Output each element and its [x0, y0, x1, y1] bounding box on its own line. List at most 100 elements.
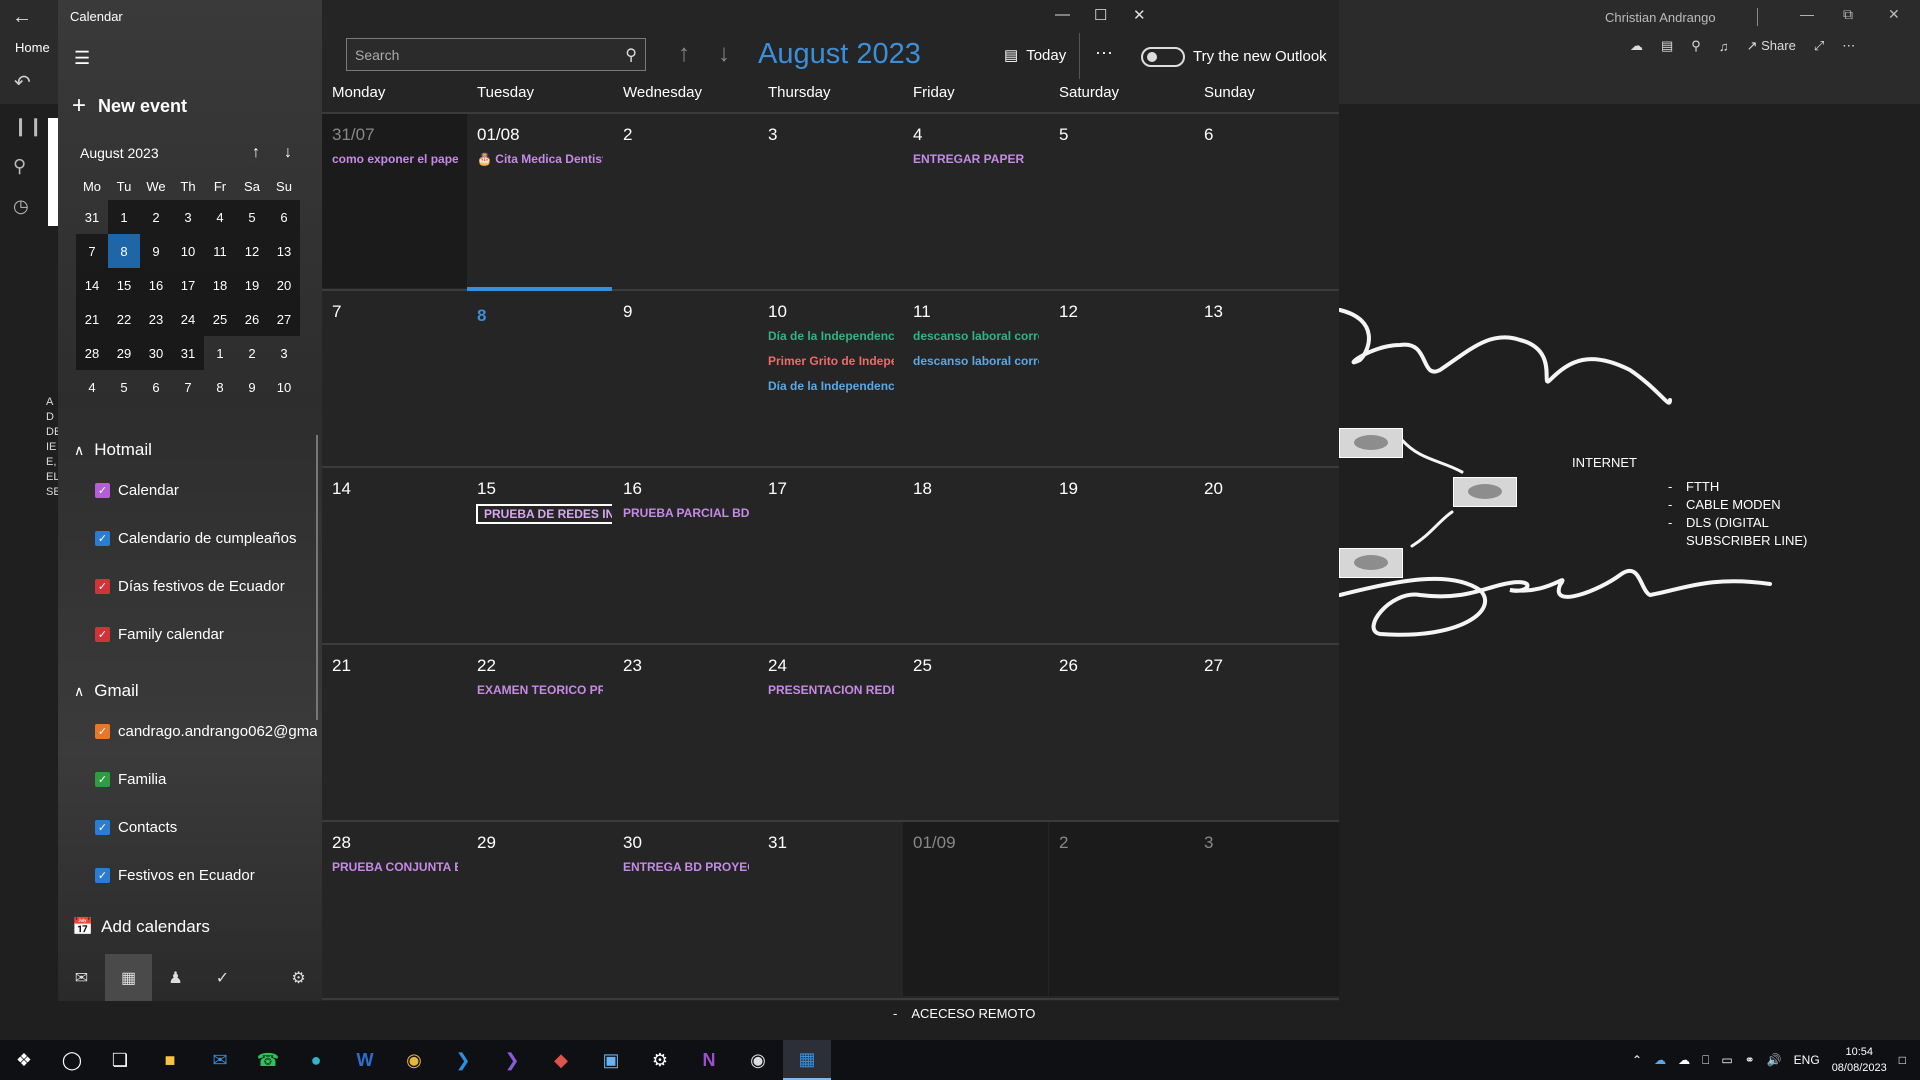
mini-calendar-day[interactable]: 25 — [204, 302, 236, 336]
next-month-arrow-icon[interactable]: ↓ — [718, 40, 730, 68]
language-indicator[interactable]: ENG — [1794, 1053, 1820, 1067]
mini-calendar-day[interactable]: 2 — [140, 200, 172, 234]
onenote-user-name[interactable]: Christian Andrango — [1605, 10, 1716, 25]
more-options-icon[interactable]: ⋯ — [1842, 38, 1855, 54]
mini-calendar-day[interactable]: 21 — [76, 302, 108, 336]
calendar-list-item[interactable]: ✓ candrago.andrango062@gmail.com — [95, 723, 317, 740]
mini-calendar-day[interactable]: 1 — [204, 336, 236, 370]
calendar-list-item[interactable]: ✓ Familia — [95, 771, 317, 788]
day-cell[interactable]: 14 — [322, 468, 467, 642]
onenote-app-icon[interactable]: N — [685, 1040, 733, 1080]
volume-icon[interactable]: 🔊 — [1767, 1053, 1782, 1067]
checkbox-checked-icon[interactable]: ✓ — [95, 531, 110, 546]
day-cell[interactable]: 27 — [1194, 645, 1339, 819]
day-cell[interactable]: 20 — [1194, 468, 1339, 642]
day-cell[interactable]: 3 — [758, 114, 903, 288]
onenote-restore-icon[interactable]: ⧉ — [1843, 6, 1853, 23]
today-button[interactable]: ▤ Today — [1004, 46, 1066, 65]
wifi-icon[interactable]: ⚭ — [1745, 1053, 1755, 1067]
mini-calendar-day[interactable]: 17 — [172, 268, 204, 302]
mini-calendar-day[interactable]: 18 — [204, 268, 236, 302]
maximize-icon[interactable]: ☐ — [1094, 6, 1107, 24]
onedrive-icon[interactable]: ☁ — [1654, 1053, 1666, 1067]
vscode-icon[interactable]: ❯ — [439, 1040, 487, 1080]
notebook-icon[interactable]: ▤ — [1661, 38, 1673, 54]
mini-calendar-day[interactable]: 4 — [76, 370, 108, 404]
mini-calendar-day[interactable]: 31 — [172, 336, 204, 370]
remote-desktop-icon[interactable]: ▣ — [587, 1040, 635, 1080]
hamburger-menu-icon[interactable]: ☰ — [74, 48, 90, 69]
mini-next-arrow-icon[interactable]: ↓ — [272, 144, 304, 162]
mini-calendar-day[interactable]: 13 — [268, 234, 300, 268]
day-cell[interactable]: 23 — [613, 645, 758, 819]
clock[interactable]: 10:54 08/08/2023 — [1832, 1044, 1887, 1076]
add-calendars-button[interactable]: 📅 Add calendars — [72, 917, 210, 937]
checkbox-checked-icon[interactable]: ✓ — [95, 579, 110, 594]
onedrive-personal-icon[interactable]: ☁ — [1678, 1053, 1690, 1067]
calendar-event[interactable]: PRUEBA CONJUNTA BD — [332, 860, 458, 874]
onenote-home-tab[interactable]: Home — [15, 40, 50, 55]
word-icon[interactable]: W — [341, 1040, 389, 1080]
git-client-icon[interactable]: ◆ — [537, 1040, 585, 1080]
day-cell-today[interactable]: 8 — [467, 287, 612, 461]
calendar-event[interactable]: PRUEBA PARCIAL BD — [623, 506, 749, 520]
day-cell[interactable]: 28 PRUEBA CONJUNTA BD — [322, 822, 467, 996]
mini-calendar-day[interactable]: 8 — [108, 234, 140, 268]
checkbox-checked-icon[interactable]: ✓ — [95, 724, 110, 739]
mini-calendar-day[interactable]: 30 — [140, 336, 172, 370]
checkbox-checked-icon[interactable]: ✓ — [95, 483, 110, 498]
mini-calendar-day[interactable]: 5 — [236, 200, 268, 234]
settings-app-icon[interactable]: ⚙ — [636, 1040, 684, 1080]
search-icon[interactable]: ⚲ — [625, 45, 637, 65]
account-header-hotmail[interactable]: ∧ Hotmail — [74, 440, 152, 460]
day-cell[interactable]: 2 — [613, 114, 758, 288]
mini-calendar-day[interactable]: 9 — [236, 370, 268, 404]
day-cell[interactable]: 01/08 🎂 Cita Medica Dentista — [467, 114, 612, 288]
task-view-icon[interactable]: ❏ — [96, 1040, 144, 1080]
day-cell[interactable]: 31/07 como exponer el paper — [322, 114, 467, 288]
mini-calendar-day[interactable]: 12 — [236, 234, 268, 268]
sql-tool-icon[interactable]: ◉ — [734, 1040, 782, 1080]
calendar-event[interactable]: ENTREGAR PAPER — [913, 152, 1039, 166]
day-cell[interactable]: 3 — [1194, 822, 1339, 996]
notifications-icon[interactable]: □ — [1899, 1053, 1906, 1067]
mini-calendar-day[interactable]: 26 — [236, 302, 268, 336]
mail-app-icon[interactable]: ✉ — [196, 1040, 244, 1080]
calendar-event[interactable]: como exponer el paper — [332, 152, 458, 166]
day-cell[interactable]: 6 — [1194, 114, 1339, 288]
account-header-gmail[interactable]: ∧ Gmail — [74, 681, 139, 701]
calendar-event[interactable]: ENTREGA BD PROYECTO — [623, 860, 749, 874]
calendar-list-item[interactable]: ✓ Días festivos de Ecuador — [95, 578, 317, 595]
day-cell[interactable]: 16 PRUEBA PARCIAL BD — [613, 468, 758, 642]
day-cell[interactable]: 15 PRUEBA DE REDES INALAMBRICAS — [467, 468, 612, 642]
day-cell[interactable]: 2 — [1049, 822, 1194, 996]
mini-calendar-day[interactable]: 11 — [204, 234, 236, 268]
mini-calendar-day[interactable]: 10 — [172, 234, 204, 268]
device-icon[interactable]: ⎕ — [1702, 1053, 1709, 1068]
month-title[interactable]: August 2023 — [758, 38, 921, 71]
search-input[interactable]: Search ⚲ — [346, 38, 646, 71]
mini-calendar-day[interactable]: 9 — [140, 234, 172, 268]
edge-icon[interactable]: ● — [292, 1040, 340, 1080]
previous-month-arrow-icon[interactable]: ↑ — [678, 40, 690, 68]
calendar-list-item[interactable]: ✓ Calendar — [95, 482, 317, 499]
day-cell[interactable]: 21 — [322, 645, 467, 819]
day-cell[interactable]: 22 EXAMEN TEORICO PRACTICO — [467, 645, 612, 819]
mini-calendar-day[interactable]: 24 — [172, 302, 204, 336]
visual-studio-icon[interactable]: ❯ — [488, 1040, 536, 1080]
whatsapp-icon[interactable]: ☎ — [244, 1040, 292, 1080]
day-cell[interactable]: 30 ENTREGA BD PROYECTO — [613, 822, 758, 996]
mini-calendar-day[interactable]: 3 — [268, 336, 300, 370]
calendar-event[interactable]: EXAMEN TEORICO PRACTICO — [477, 683, 603, 697]
calendar-event[interactable]: PRUEBA DE REDES INALAMBRICAS — [476, 504, 612, 524]
new-outlook-toggle[interactable] — [1141, 47, 1185, 67]
mini-calendar-day[interactable]: 6 — [268, 200, 300, 234]
calendar-event[interactable]: Día de la Independencia — [768, 379, 894, 393]
day-cell[interactable]: 12 — [1049, 291, 1194, 465]
day-cell[interactable]: 24 PRESENTACION REDES — [758, 645, 903, 819]
checkbox-checked-icon[interactable]: ✓ — [95, 772, 110, 787]
mini-calendar-day[interactable]: 15 — [108, 268, 140, 302]
mini-calendar-day[interactable]: 28 — [76, 336, 108, 370]
notification-bell-icon[interactable]: ♫ — [1719, 39, 1729, 54]
new-event-button[interactable]: + New event — [72, 92, 187, 120]
